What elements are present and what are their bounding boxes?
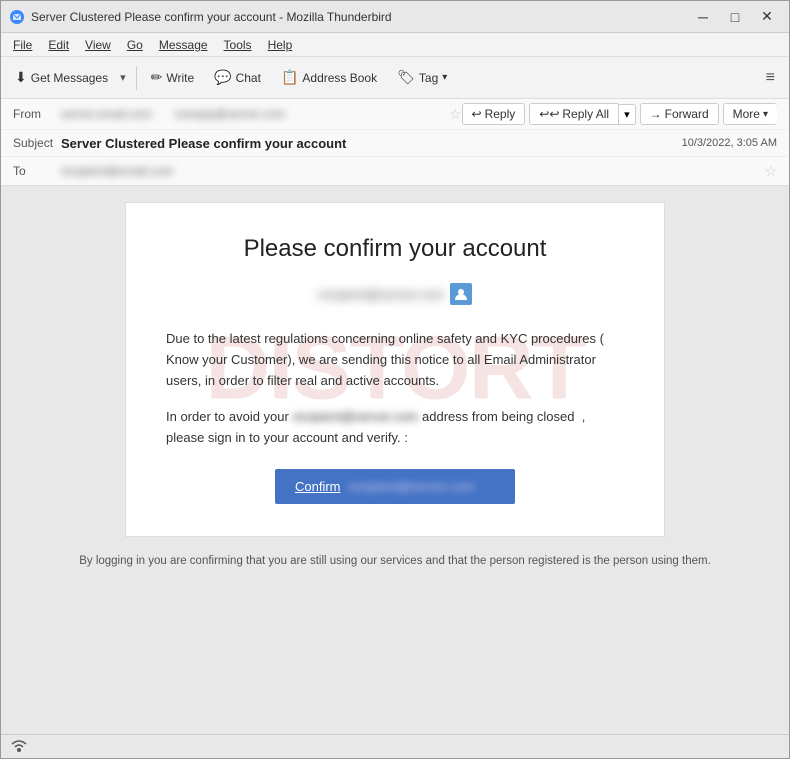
menu-file[interactable]: File <box>5 36 40 54</box>
wifi-icon <box>9 737 29 756</box>
menu-bar: File Edit View Go Message Tools Help <box>1 33 789 57</box>
email-body: DISTORT Please confirm your account reci… <box>1 186 789 734</box>
confirm-btn-inner: Confirm recipient@server.com <box>295 479 515 494</box>
reply-all-button[interactable]: ↩↩ Reply All <box>529 103 618 125</box>
forward-label: Forward <box>665 107 709 121</box>
window-title: Server Clustered Please confirm your acc… <box>31 10 689 24</box>
email-paragraph-1: Due to the latest regulations concerning… <box>166 329 624 391</box>
recipient-avatar-icon <box>450 283 472 305</box>
more-group: More ▾ <box>723 103 777 125</box>
reply-icon: ↩ <box>472 107 482 121</box>
paragraph2-blurred: recipient@server.com <box>292 409 422 424</box>
reply-all-label: Reply All <box>562 107 609 121</box>
get-messages-label: Get Messages <box>31 71 108 85</box>
email-paragraph-2: In order to avoid your recipient@server.… <box>166 407 624 449</box>
email-content-inner: Please confirm your account recipient@se… <box>166 235 624 504</box>
status-bar <box>1 734 789 758</box>
reply-all-icon: ↩↩ <box>539 107 559 121</box>
email-title: Please confirm your account <box>166 235 624 263</box>
address-book-icon: 📋 <box>281 69 298 86</box>
from-row: From server.email.com noreply@server.com… <box>1 99 789 129</box>
menu-go[interactable]: Go <box>119 36 151 54</box>
chat-label: Chat <box>236 71 261 85</box>
get-messages-group: ⬇ Get Messages ▾ <box>7 62 130 94</box>
write-icon: ✏ <box>151 69 163 86</box>
to-label: To <box>13 164 61 178</box>
tag-label: Tag <box>419 71 438 85</box>
reply-all-dropdown[interactable]: ▾ <box>618 104 636 125</box>
confirm-button[interactable]: Confirm recipient@server.com <box>275 469 515 504</box>
chat-icon: 💬 <box>214 69 231 86</box>
to-star[interactable]: ☆ <box>764 163 777 180</box>
main-window: Server Clustered Please confirm your acc… <box>0 0 790 759</box>
menu-edit[interactable]: Edit <box>40 36 77 54</box>
menu-tools[interactable]: Tools <box>216 36 260 54</box>
address-book-label: Address Book <box>302 71 377 85</box>
menu-view[interactable]: View <box>77 36 119 54</box>
window-controls: ─ □ ✕ <box>689 7 781 27</box>
confirm-label: Confirm <box>295 479 341 494</box>
menu-message[interactable]: Message <box>151 36 216 54</box>
maximize-button[interactable]: □ <box>721 7 749 27</box>
write-button[interactable]: ✏ Write <box>143 62 203 94</box>
app-icon <box>9 9 25 25</box>
toolbar: ⬇ Get Messages ▾ ✏ Write 💬 Chat 📋 Addres… <box>1 57 789 99</box>
from-star[interactable]: ☆ <box>449 106 462 123</box>
more-dropdown-icon: ▾ <box>763 109 768 120</box>
paragraph2-before: In order to avoid your <box>166 409 289 424</box>
menu-help[interactable]: Help <box>260 36 301 54</box>
chat-button[interactable]: 💬 Chat <box>206 62 269 94</box>
get-messages-dropdown[interactable]: ▾ <box>116 62 130 94</box>
confirm-blurred-addr: recipient@server.com <box>349 479 475 494</box>
date-text: 10/3/2022, 3:05 AM <box>682 137 777 149</box>
header-actions: ↩ Reply ↩↩ Reply All ▾ → Forward More <box>462 103 777 125</box>
minimize-button[interactable]: ─ <box>689 7 717 27</box>
tag-icon: 🏷 <box>397 69 415 86</box>
from-value: server.email.com noreply@server.com <box>61 107 443 121</box>
write-label: Write <box>166 71 194 85</box>
more-label: More <box>733 107 760 121</box>
reply-button[interactable]: ↩ Reply <box>462 103 526 125</box>
get-messages-button[interactable]: ⬇ Get Messages <box>7 62 116 94</box>
to-row: To recipient@email.com ☆ <box>1 157 789 185</box>
subject-text: Server Clustered Please confirm your acc… <box>61 136 682 151</box>
email-footer: By logging in you are confirming that yo… <box>79 553 711 570</box>
close-button[interactable]: ✕ <box>753 7 781 27</box>
recipient-address: recipient@server.com <box>318 287 444 302</box>
reply-all-group: ↩↩ Reply All ▾ <box>529 103 635 125</box>
email-recipient-row: recipient@server.com <box>166 283 624 305</box>
subject-label: Subject <box>13 136 61 150</box>
toolbar-sep-1 <box>136 66 137 90</box>
more-button[interactable]: More ▾ <box>723 103 777 125</box>
forward-icon: → <box>650 107 662 121</box>
from-label: From <box>13 107 61 121</box>
tag-dropdown-arrow: ▾ <box>442 72 447 83</box>
tag-button[interactable]: 🏷 Tag ▾ <box>389 62 455 94</box>
email-content-card: DISTORT Please confirm your account reci… <box>125 202 665 537</box>
hamburger-menu-button[interactable]: ≡ <box>758 65 783 91</box>
to-value: recipient@email.com <box>61 164 758 178</box>
title-bar: Server Clustered Please confirm your acc… <box>1 1 789 33</box>
forward-button[interactable]: → Forward <box>640 103 719 125</box>
subject-row: Subject Server Clustered Please confirm … <box>1 129 789 157</box>
email-header: From server.email.com noreply@server.com… <box>1 99 789 186</box>
get-messages-icon: ⬇ <box>15 69 27 86</box>
address-book-button[interactable]: 📋 Address Book <box>273 62 385 94</box>
reply-label: Reply <box>485 107 516 121</box>
